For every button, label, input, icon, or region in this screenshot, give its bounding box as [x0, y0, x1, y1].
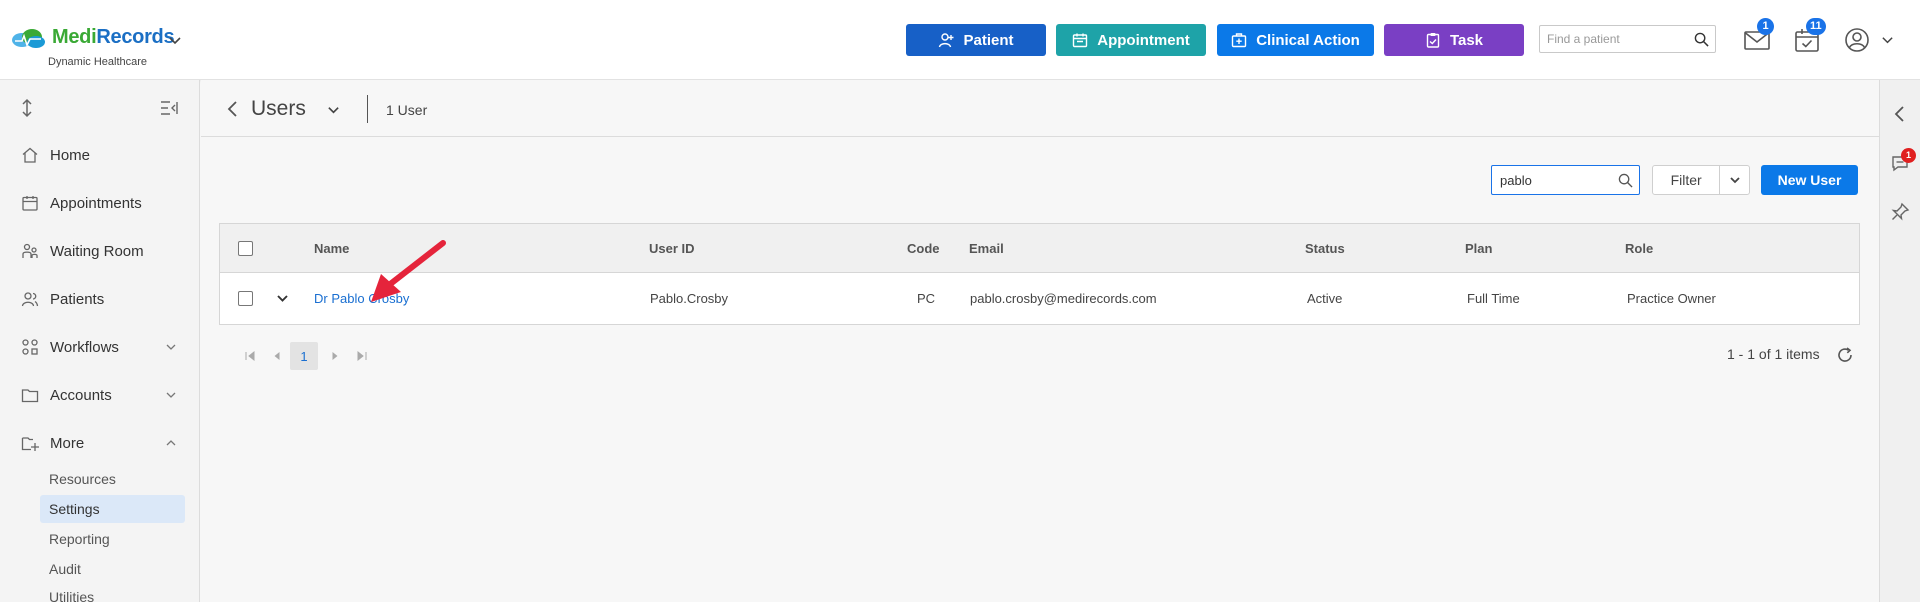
add-person-icon [939, 33, 954, 48]
brand-name: MediRecords [52, 26, 175, 48]
new-clinical-action-button[interactable]: Clinical Action [1217, 24, 1374, 56]
search-icon[interactable] [1618, 173, 1633, 188]
collapse-sidebar-icon[interactable] [160, 100, 178, 116]
clipboard-check-icon [1426, 33, 1440, 48]
chevron-down-icon[interactable] [327, 104, 340, 117]
users-grid: Name User ID Code Email Status Plan Role… [219, 223, 1860, 325]
calendar-icon [1073, 33, 1088, 48]
page-number-current[interactable]: 1 [290, 342, 318, 370]
user-avatar-icon[interactable] [1843, 26, 1871, 54]
page-title: Users [251, 97, 306, 120]
people-icon [21, 292, 39, 307]
new-appointment-button[interactable]: Appointment [1056, 24, 1206, 56]
brand-logo[interactable]: MediRecords [10, 26, 175, 49]
previous-page-icon[interactable] [271, 350, 283, 362]
sidebar-subitem-settings[interactable]: Settings [40, 495, 185, 523]
home-icon [22, 147, 38, 163]
user-search-input[interactable] [1492, 166, 1612, 194]
tasks-badge: 11 [1806, 18, 1826, 35]
user-plan-cell: Full Time [1467, 291, 1520, 306]
sidebar-item-patients[interactable]: Patients [0, 282, 200, 316]
sidebar-item-waiting-room[interactable]: Waiting Room [0, 234, 200, 268]
row-expand-cell [276, 273, 289, 324]
chevron-left-icon[interactable] [1890, 104, 1910, 124]
user-name-link[interactable]: Dr Pablo Crosby [314, 273, 409, 324]
user-id-cell: Pablo.Crosby [650, 291, 729, 306]
waiting-room-icon [22, 243, 38, 258]
user-status-cell: Active [1307, 291, 1343, 306]
pager-info: 1 - 1 of 1 items [1727, 346, 1820, 362]
sidebar-subitem-utilities[interactable]: Utilities [40, 583, 185, 602]
sidebar-controls [0, 80, 200, 136]
sidebar-item-appointments[interactable]: Appointments [0, 186, 200, 220]
sidebar-item-more[interactable]: More [0, 426, 200, 460]
messages-badge: 1 [1757, 18, 1774, 35]
last-page-icon[interactable] [356, 350, 368, 362]
refresh-icon[interactable] [1836, 346, 1854, 364]
user-email-cell: pablo.crosby@medirecords.com [970, 291, 1157, 306]
user-count: 1 User [386, 102, 428, 118]
sidebar-item-home[interactable]: Home [0, 138, 200, 172]
first-page-icon[interactable] [244, 350, 256, 362]
user-search [1491, 165, 1640, 195]
workflow-icon [22, 339, 38, 355]
folder-more-icon [21, 437, 39, 451]
row-checkbox[interactable] [238, 291, 253, 306]
column-header-user-id[interactable]: User ID [649, 224, 695, 272]
column-header-name[interactable]: Name [314, 224, 349, 272]
search-icon[interactable] [1694, 32, 1709, 47]
sidebar: Home Appointments Waiting Room Patients … [0, 80, 200, 602]
select-all-cell [238, 224, 253, 272]
medical-kit-icon [1231, 33, 1247, 48]
user-role-cell: Practice Owner [1627, 291, 1716, 306]
page-header: Users 1 User [201, 80, 1879, 137]
chevron-down-icon [166, 392, 176, 398]
new-task-button[interactable]: Task [1384, 24, 1524, 56]
chevron-down-icon[interactable] [168, 34, 182, 48]
filter-split-button: Filter [1652, 165, 1750, 195]
chevron-down-icon[interactable] [276, 292, 289, 305]
sidebar-subitem-audit[interactable]: Audit [40, 555, 185, 583]
column-header-email[interactable]: Email [969, 224, 1004, 272]
grid-header: Name User ID Code Email Status Plan Role [220, 224, 1859, 273]
filter-button[interactable]: Filter [1653, 166, 1721, 194]
notification-badge: 1 [1901, 148, 1916, 163]
chevron-up-icon [166, 440, 176, 446]
find-patient-input[interactable] [1540, 26, 1690, 52]
column-header-status[interactable]: Status [1305, 224, 1345, 272]
chevron-down-icon[interactable] [1881, 34, 1894, 47]
sidebar-item-workflows[interactable]: Workflows [0, 330, 200, 364]
chevron-down-icon [166, 344, 176, 350]
cloud-logo-icon [12, 28, 45, 48]
pin-icon[interactable] [1890, 202, 1910, 222]
sidebar-subitem-reporting[interactable]: Reporting [40, 525, 185, 553]
expand-vertical-icon[interactable] [19, 98, 35, 118]
sidebar-item-accounts[interactable]: Accounts [0, 378, 200, 412]
folder-icon [21, 389, 39, 403]
column-header-plan[interactable]: Plan [1465, 224, 1492, 272]
top-header: MediRecords Dynamic Healthcare Patient A… [0, 0, 1920, 80]
user-code-cell: PC [917, 291, 936, 306]
chevron-down-icon [1730, 177, 1740, 184]
row-select-cell [238, 273, 253, 324]
find-patient-search [1539, 25, 1716, 53]
next-page-icon[interactable] [329, 350, 341, 362]
new-user-button[interactable]: New User [1761, 165, 1858, 195]
right-rail: 1 [1879, 80, 1920, 602]
calendar-icon [22, 196, 38, 211]
back-arrow-icon[interactable] [225, 100, 239, 118]
sidebar-subitem-resources[interactable]: Resources [40, 465, 185, 493]
table-row: Dr Pablo Crosby Pablo.Crosby PC pablo.cr… [220, 273, 1859, 324]
select-all-checkbox[interactable] [238, 240, 253, 256]
brand-subtitle: Dynamic Healthcare [48, 56, 148, 68]
filter-dropdown-toggle[interactable] [1720, 166, 1749, 194]
column-header-role[interactable]: Role [1625, 224, 1653, 272]
column-header-code[interactable]: Code [907, 224, 940, 272]
header-divider [367, 95, 368, 123]
new-patient-button[interactable]: Patient [906, 24, 1046, 56]
